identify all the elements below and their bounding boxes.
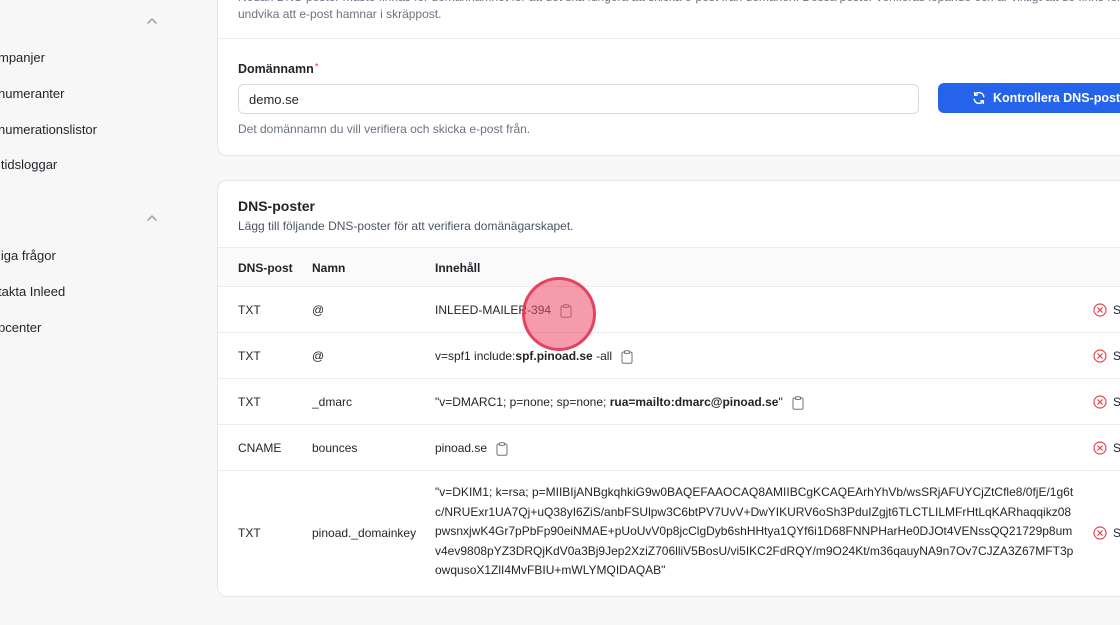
record-name: @ [312, 349, 325, 363]
clipboard-icon[interactable] [792, 396, 804, 410]
verify-dns-button[interactable]: Kontrollera DNS-poster [938, 83, 1120, 113]
domain-help-text: Det domännamn du vill verifiera och skic… [238, 122, 531, 136]
record-name: _dmarc [312, 395, 353, 409]
sidebar-item-hjalpcenter[interactable]: pcenter [0, 320, 41, 335]
record-name: pinoad._domainkey [312, 526, 417, 540]
table-row: TXT pinoad._domainkey "v=DKIM1; k=rsa; p… [218, 471, 1120, 595]
dns-records-subtitle: Lägg till följande DNS-poster för att ve… [238, 219, 574, 233]
clipboard-icon[interactable] [560, 304, 572, 318]
status-text: S [1113, 526, 1120, 540]
verify-dns-button-label: Kontrollera DNS-poster [993, 91, 1120, 105]
status-text: S [1113, 303, 1120, 317]
status-text: S [1113, 395, 1120, 409]
status-text: S [1113, 441, 1120, 455]
record-content: v=spf1 include:spf.pinoad.se -all [435, 349, 633, 364]
record-type: TXT [238, 526, 261, 540]
clipboard-icon[interactable] [496, 442, 508, 456]
error-circle-icon [1093, 526, 1107, 540]
column-header-type: DNS-post [238, 261, 293, 275]
column-header-content: Innehåll [435, 261, 481, 275]
domain-card: Nedan DNS-poster måste finnas för domänn… [217, 0, 1120, 156]
chevron-up-icon[interactable] [146, 15, 158, 27]
table-row: TXT @ v=spf1 include:spf.pinoad.se -all … [218, 333, 1120, 379]
refresh-icon [972, 91, 986, 105]
record-content: "v=DKIM1; k=rsa; p=MIIBIjANBgkqhkiG9w0BA… [435, 485, 1074, 577]
error-circle-icon [1093, 395, 1107, 409]
dns-records-table: DNS-post Namn Innehåll TXT @ INLEED-MAIL… [218, 247, 1120, 595]
record-content-bold: rua=mailto:dmarc@pinoad.se [609, 395, 779, 409]
sidebar-item-prenumerationslistor[interactable]: numerationslistor [0, 122, 97, 137]
record-content-text: pinoad.se [435, 441, 488, 455]
sidebar-item-prenumeranter[interactable]: numeranter [0, 86, 64, 101]
sidebar-item-kontakta-inleed[interactable]: takta Inleed [0, 284, 65, 299]
table-row: CNAME bounces pinoad.se S [218, 425, 1120, 471]
domain-field-label-text: Domännamn [238, 62, 314, 76]
sidebar-item-kampanjer[interactable]: mpanjer [0, 50, 45, 65]
sidebar-item-vanliga-fragor[interactable]: liga frågor [0, 248, 56, 263]
record-name: @ [312, 303, 325, 317]
table-row: TXT _dmarc "v=DMARC1; p=none; sp=none; r… [218, 379, 1120, 425]
domain-field-label: Domännamn* [238, 62, 319, 76]
chevron-up-icon[interactable] [146, 212, 158, 224]
record-content: INLEED-MAILER-394 [435, 303, 572, 318]
dns-records-title: DNS-poster [238, 198, 316, 214]
status-text: S [1113, 349, 1120, 363]
record-content-suffix: " [778, 395, 783, 409]
record-type: TXT [238, 303, 261, 317]
record-content-suffix: -all [592, 349, 613, 363]
record-type: CNAME [238, 441, 282, 455]
status-badge: S [1093, 395, 1120, 409]
intro-text: Nedan DNS-poster måste finnas för domänn… [238, 0, 1120, 21]
clipboard-icon[interactable] [621, 350, 633, 364]
record-type: TXT [238, 395, 261, 409]
error-circle-icon [1093, 303, 1107, 317]
error-circle-icon [1093, 441, 1107, 455]
record-content-bold: spf.pinoad.se [515, 349, 593, 363]
status-badge: S [1093, 349, 1120, 363]
record-name: bounces [312, 441, 358, 455]
domain-input[interactable] [238, 84, 919, 114]
record-content: "v=DMARC1; p=none; sp=none; rua=mailto:d… [435, 395, 804, 410]
status-badge: S [1093, 441, 1120, 455]
record-content-text: "v=DMARC1; p=none; sp=none; [435, 395, 610, 409]
record-type: TXT [238, 349, 261, 363]
status-badge: S [1093, 526, 1120, 540]
error-circle-icon [1093, 349, 1107, 363]
status-badge: S [1093, 303, 1120, 317]
record-content-text: INLEED-MAILER-394 [435, 303, 552, 317]
sidebar: mpanjer numeranter numerationslistor lti… [0, 0, 200, 625]
divider [218, 38, 1120, 39]
table-header: DNS-post Namn Innehåll [218, 247, 1120, 287]
record-content: pinoad.se [435, 441, 508, 456]
sidebar-item-handelsloggar[interactable]: ltidsloggar [0, 157, 57, 172]
column-header-name: Namn [312, 261, 346, 275]
required-mark: * [314, 62, 319, 73]
record-content-text: v=spf1 include: [435, 349, 516, 363]
dns-records-card: DNS-poster Lägg till följande DNS-poster… [217, 180, 1120, 597]
table-row: TXT @ INLEED-MAILER-394 S [218, 287, 1120, 333]
